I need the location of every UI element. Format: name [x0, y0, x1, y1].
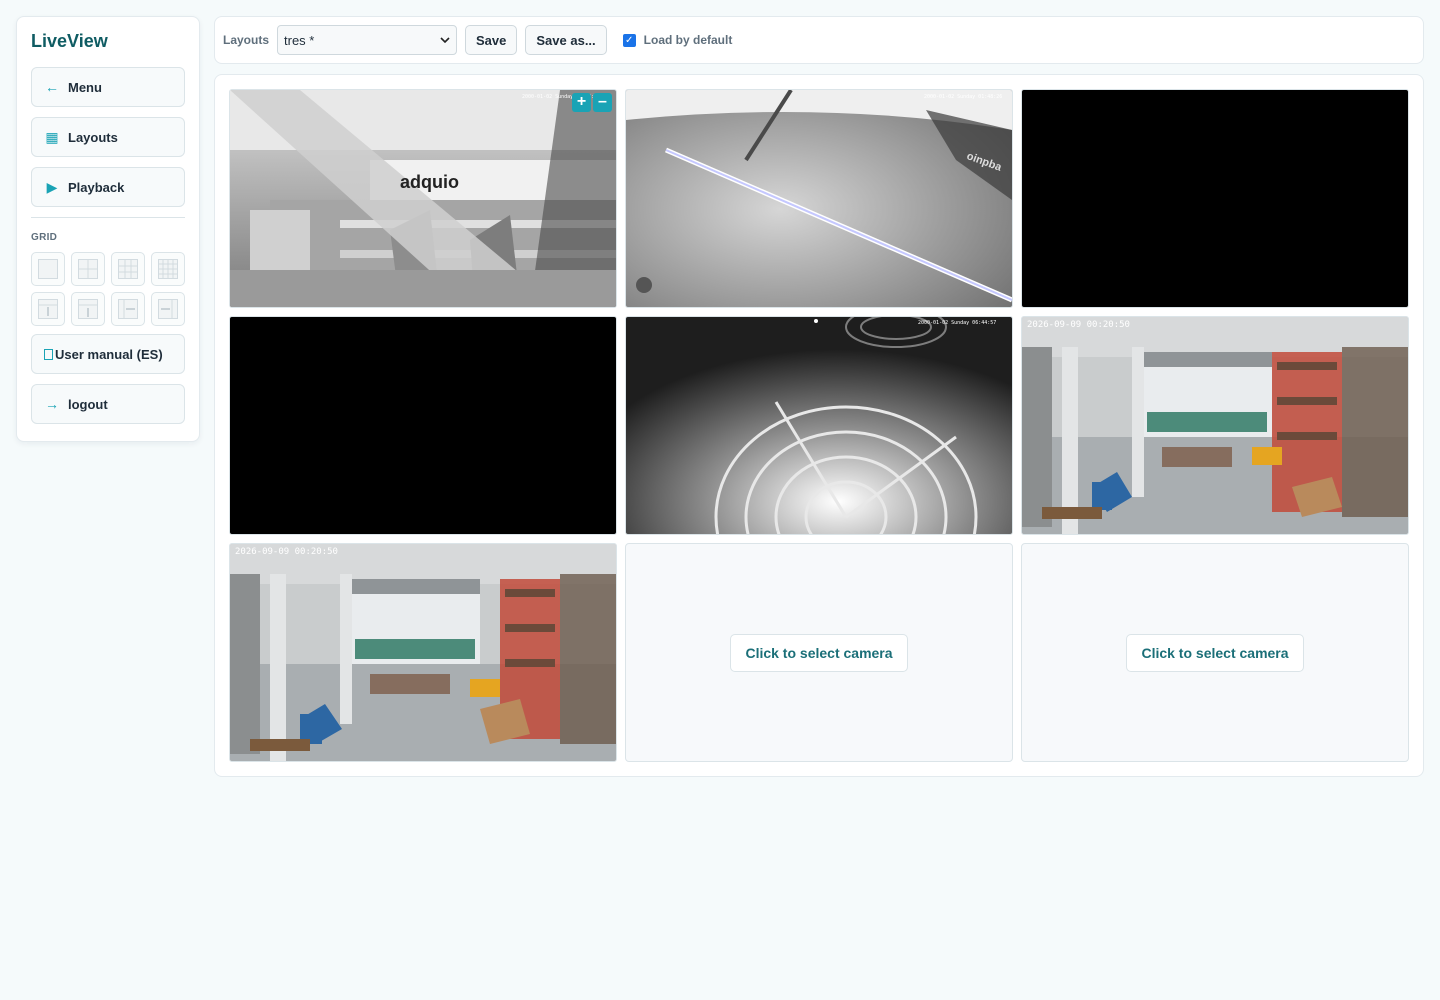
grid-focus-right-icon — [158, 299, 178, 319]
grid-1x1-icon — [38, 259, 58, 279]
load-by-default-toggle[interactable]: ✓ Load by default — [622, 33, 733, 47]
camera-tile-7[interactable]: 2026-09-09 00:20:50 — [229, 543, 617, 762]
grid-focus-top-icon — [38, 299, 58, 319]
grid-4x4-icon — [158, 259, 178, 279]
grid-focus-right-option[interactable] — [151, 292, 185, 326]
camera-2-timestamp: 2000-01-02 Sunday 01:48:26 — [924, 94, 1003, 100]
camera-tile-5[interactable]: 2000-01-02 Sunday 06:44:57 — [625, 316, 1013, 535]
chevron-down-icon — [440, 37, 450, 43]
select-camera-button-9[interactable]: Click to select camera — [1126, 633, 1304, 672]
camera-tile-3[interactable] — [1021, 89, 1409, 308]
camera-tile-6[interactable]: 2026-09-09 00:20:50 — [1021, 316, 1409, 535]
user-manual-label: User manual (ES) — [55, 346, 163, 362]
logout-button[interactable]: → logout — [31, 384, 185, 424]
camera-feed-6 — [1022, 317, 1408, 534]
sidebar: LiveView ← Menu ▦ Layouts ▶ Playback GRI… — [16, 16, 200, 442]
grid-2x2-option[interactable] — [71, 252, 105, 286]
zoom-out-button[interactable]: – — [593, 93, 612, 112]
camera-feed-4-offline — [230, 317, 616, 534]
checkbox-checked-icon[interactable]: ✓ — [622, 33, 636, 47]
menu-button[interactable]: ← Menu — [31, 67, 185, 107]
grid-focus-left-icon — [118, 299, 138, 319]
camera-feed-2 — [626, 90, 1012, 307]
camera-1-sign: adquio — [400, 172, 459, 192]
playback-label: Playback — [68, 179, 125, 195]
zoom-in-button[interactable]: + — [572, 93, 591, 112]
save-button[interactable]: Save — [465, 25, 518, 55]
grid-4x4-option[interactable] — [151, 252, 185, 286]
camera-tile-8-empty[interactable]: Click to select camera — [625, 543, 1013, 762]
grid-3x3-icon — [118, 259, 138, 279]
camera-tile-2[interactable]: 2000-01-02 Sunday 01:48:26 oinpba — [625, 89, 1013, 308]
menu-label: Menu — [68, 79, 102, 95]
layout-select-value: tres * — [284, 32, 315, 48]
camera-grid: 2000-01-02 Sunday 01:48:26 adquio + – 20… — [229, 89, 1409, 762]
layouts-button[interactable]: ▦ Layouts — [31, 117, 185, 157]
user-manual-button[interactable]: User manual (ES) — [31, 334, 185, 374]
layout-toolbar: Layouts tres * Save Save as... ✓ Load by… — [214, 16, 1424, 64]
camera-7-timestamp: 2026-09-09 00:20:50 — [235, 547, 338, 557]
app-title: LiveView — [31, 31, 108, 51]
document-icon — [44, 348, 53, 360]
grid-3x3-option[interactable] — [111, 252, 145, 286]
camera-feed-7 — [230, 544, 616, 761]
camera-tile-1[interactable]: 2000-01-02 Sunday 01:48:26 adquio + – — [229, 89, 617, 308]
grid-options — [31, 252, 185, 326]
arrow-left-icon: ← — [45, 79, 59, 95]
playback-button[interactable]: ▶ Playback — [31, 167, 185, 207]
camera-tile-4[interactable] — [229, 316, 617, 535]
layouts-select-label: Layouts — [223, 33, 270, 47]
grid-focus-bottom-icon — [78, 299, 98, 319]
grid-1x1-option[interactable] — [31, 252, 65, 286]
play-icon: ▶ — [46, 178, 58, 195]
camera-5-timestamp: 2000-01-02 Sunday 06:44:57 — [918, 320, 997, 326]
save-as-button[interactable]: Save as... — [525, 25, 607, 55]
grid-focus-top-option[interactable] — [31, 292, 65, 326]
zoom-controls: + – — [572, 93, 612, 112]
layouts-label: Layouts — [68, 129, 118, 145]
logout-label: logout — [68, 396, 108, 412]
grid-icon: ▦ — [45, 128, 59, 145]
camera-feed-3-offline — [1022, 90, 1408, 307]
camera-tile-9-empty[interactable]: Click to select camera — [1021, 543, 1409, 762]
select-camera-button-8[interactable]: Click to select camera — [730, 633, 908, 672]
camera-6-timestamp: 2026-09-09 00:20:50 — [1027, 320, 1130, 330]
layout-select[interactable]: tres * — [277, 25, 458, 55]
sidebar-divider — [31, 217, 185, 218]
camera-feed-5 — [626, 317, 1012, 534]
load-by-default-label: Load by default — [643, 33, 733, 47]
camera-feed-1 — [230, 90, 616, 307]
camera-grid-panel: 2000-01-02 Sunday 01:48:26 adquio + – 20… — [214, 74, 1424, 777]
grid-section-label: GRID — [31, 232, 58, 243]
grid-focus-left-option[interactable] — [111, 292, 145, 326]
grid-focus-bottom-option[interactable] — [71, 292, 105, 326]
grid-2x2-icon — [78, 259, 98, 279]
logout-arrow-icon: → — [45, 396, 59, 412]
